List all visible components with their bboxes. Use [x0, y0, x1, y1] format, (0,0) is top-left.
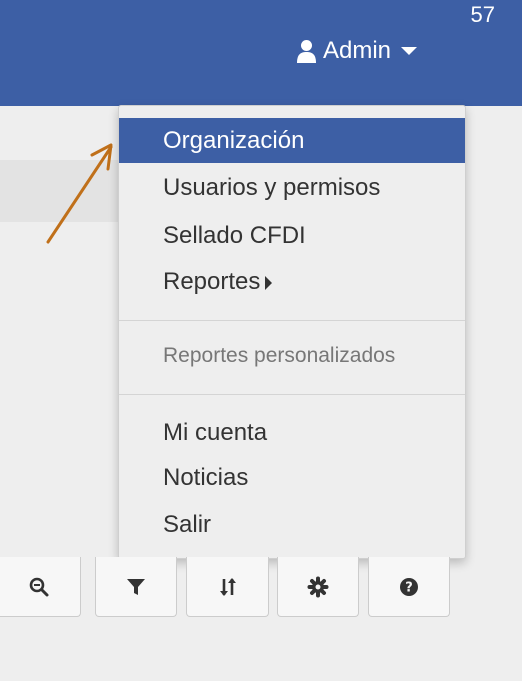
- caret-right-icon: [265, 275, 273, 290]
- menu-item-usuarios-permisos[interactable]: Usuarios y permisos: [119, 165, 465, 210]
- admin-user-menu[interactable]: Admin: [296, 33, 418, 69]
- help-button[interactable]: ?: [368, 557, 450, 617]
- menu-section-header: Reportes personalizados: [163, 344, 396, 367]
- menu-item-sellado-cfdi[interactable]: Sellado CFDI: [119, 213, 465, 258]
- caret-down-icon: [401, 47, 418, 55]
- menu-divider: [119, 394, 465, 395]
- filter-icon: [127, 578, 145, 595]
- help-icon: ?: [400, 577, 418, 596]
- user-icon: [296, 39, 317, 63]
- gear-icon: [307, 576, 329, 597]
- menu-item-reportes[interactable]: Reportes: [119, 259, 465, 304]
- menu-item-salir[interactable]: Salir: [119, 502, 465, 547]
- menu-item-organizacion[interactable]: Organización: [119, 118, 465, 163]
- menu-divider: [119, 320, 465, 321]
- menu-item-noticias[interactable]: Noticias: [119, 455, 465, 500]
- top-navbar: 57 Admin: [0, 0, 522, 106]
- menu-item-mi-cuenta[interactable]: Mi cuenta: [119, 410, 465, 455]
- zoom-out-button[interactable]: [0, 557, 81, 617]
- counter-badge: 57: [470, 2, 495, 27]
- filter-button[interactable]: [95, 557, 177, 617]
- svg-text:?: ?: [405, 580, 413, 595]
- sort-button[interactable]: [186, 557, 269, 617]
- admin-label: Admin: [323, 37, 392, 64]
- sort-icon: [219, 577, 236, 596]
- zoom-out-icon: [29, 577, 48, 596]
- admin-dropdown-menu: Organización Usuarios y permisos Sellado…: [118, 105, 466, 559]
- annotation-arrow-icon: [46, 143, 113, 244]
- settings-button[interactable]: [277, 557, 359, 617]
